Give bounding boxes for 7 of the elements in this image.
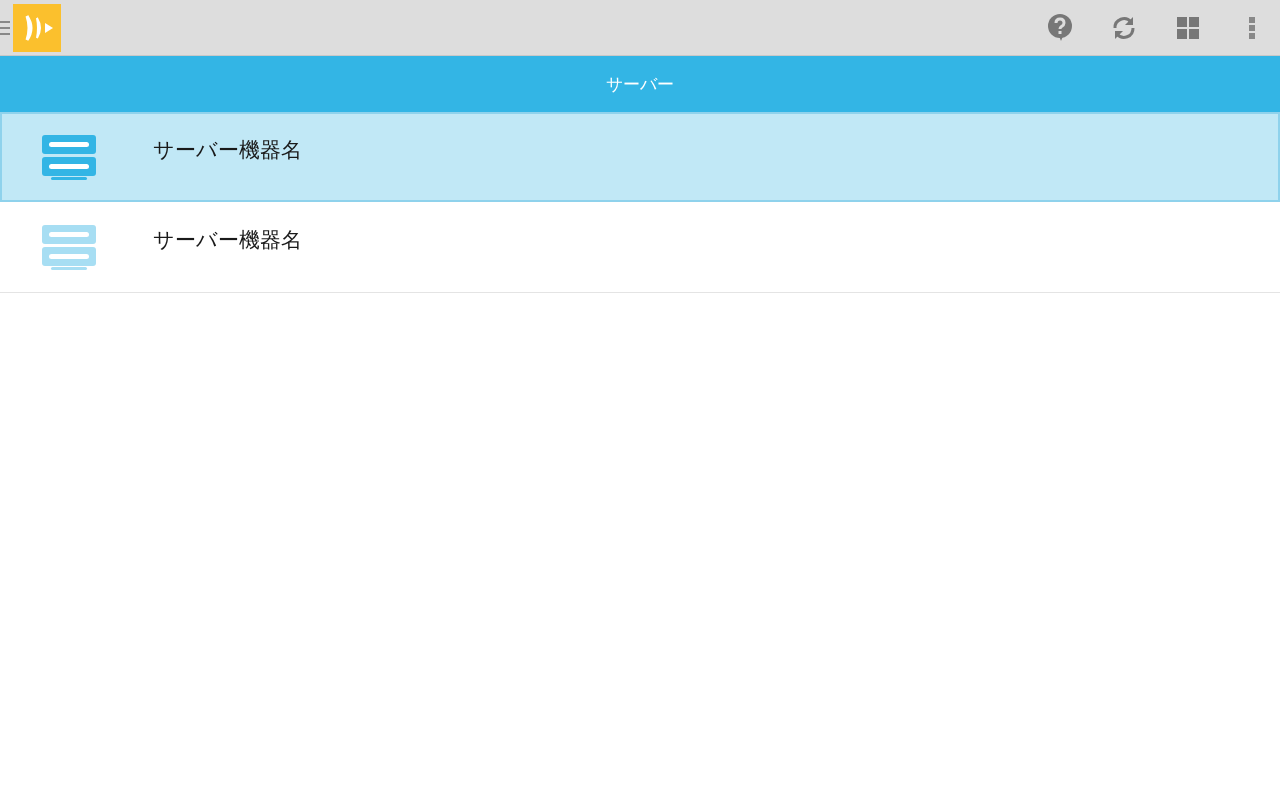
section-title: サーバー	[0, 56, 1280, 112]
server-icon	[42, 224, 96, 270]
server-name: サーバー機器名	[153, 137, 302, 164]
server-row[interactable]: サーバー機器名	[0, 112, 1280, 202]
server-name: サーバー機器名	[153, 227, 302, 254]
server-icon	[42, 134, 96, 180]
menu-icon[interactable]	[0, 20, 10, 35]
